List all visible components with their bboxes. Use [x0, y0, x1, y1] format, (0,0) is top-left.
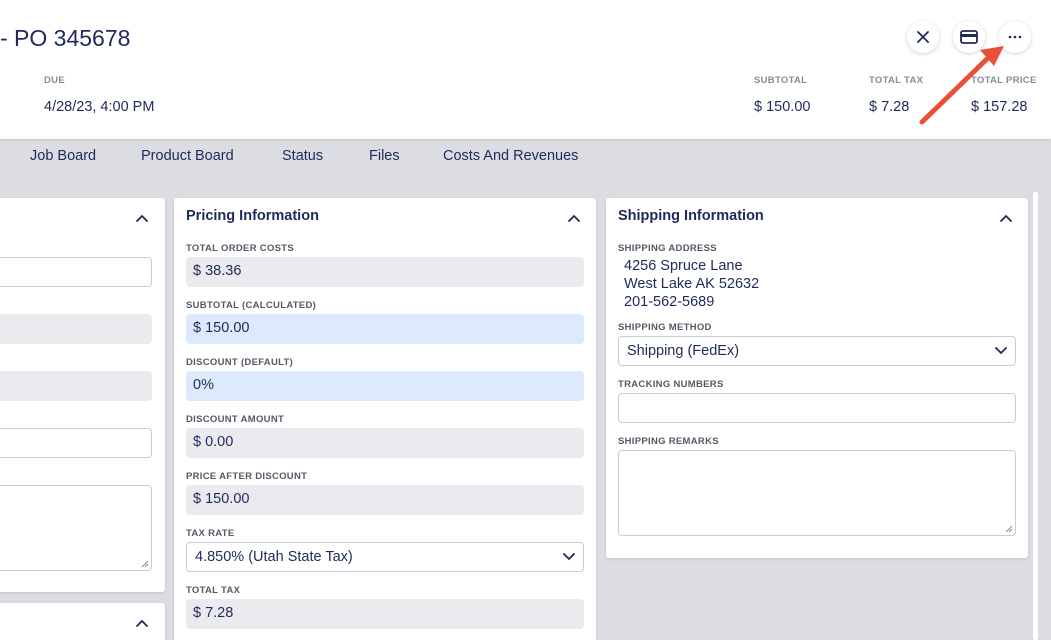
total-tax-value: $ 7.28: [869, 99, 910, 115]
shipping-address-label: SHIPPING ADDRESS: [618, 243, 717, 254]
total-order-costs-label: TOTAL ORDER COSTS: [186, 243, 295, 254]
discount-default-label: DISCOUNT (DEFAULT): [186, 357, 294, 368]
address-line-3: 201-562-5689: [624, 294, 715, 310]
tab-costs-and-revenues[interactable]: Costs And Revenues: [443, 148, 578, 164]
shipping-method-value: Shipping (FedEx): [627, 343, 740, 359]
shipping-method-select[interactable]: Shipping (FedEx): [618, 336, 1016, 366]
tax-rate-label: TAX RATE: [186, 528, 235, 539]
discount-amount-field: $ 0.00: [186, 428, 584, 458]
subtotal-calculated-label: SUBTOTAL (CALCULATED): [186, 300, 317, 311]
chevron-up-icon[interactable]: [567, 213, 581, 223]
shipping-method-label: SHIPPING METHOD: [618, 322, 712, 333]
discount-amount-label: DISCOUNT AMOUNT: [186, 414, 285, 425]
shipping-title: Shipping Information: [618, 208, 764, 224]
pricing-card: Pricing Information TOTAL ORDER COSTS $ …: [174, 198, 596, 640]
total-order-costs-field: $ 38.36: [186, 257, 584, 287]
total-tax-field: $ 7.28: [186, 599, 584, 629]
chevron-down-icon: [563, 553, 575, 561]
tab-files[interactable]: Files: [369, 148, 400, 164]
page-title: - PO 345678: [0, 25, 131, 51]
address-line-1: 4256 Spruce Lane: [624, 258, 743, 274]
left-textarea[interactable]: [0, 485, 152, 571]
subtotal-label: SUBTOTAL: [754, 75, 808, 86]
chevron-up-icon[interactable]: [135, 213, 149, 223]
left-readonly-2: [0, 371, 152, 401]
tab-product-board[interactable]: Product Board: [141, 148, 234, 164]
price-after-discount-field: $ 150.00: [186, 485, 584, 515]
chevron-up-icon[interactable]: [999, 213, 1013, 223]
tracking-numbers-input[interactable]: [618, 393, 1016, 423]
due-value: 4/28/23, 4:00 PM: [44, 99, 155, 115]
left-input-2[interactable]: [0, 428, 152, 458]
resize-grip-icon[interactable]: [1005, 525, 1013, 533]
tab-status[interactable]: Status: [282, 148, 323, 164]
more-icon: [1008, 35, 1022, 39]
chevron-down-icon: [995, 347, 1007, 355]
resize-grip-icon[interactable]: [141, 560, 149, 568]
subtotal-value: $ 150.00: [754, 99, 811, 115]
page-header: - PO 345678 DUE 4/28/23, 4:00 PM SUBTOTA…: [0, 0, 1051, 139]
tax-rate-value: 4.850% (Utah State Tax): [195, 549, 353, 565]
left-card-2: [0, 603, 165, 640]
left-readonly-1: [0, 314, 152, 344]
left-card: [0, 198, 165, 592]
tab-job-board[interactable]: Job Board: [30, 148, 96, 164]
discount-default-field[interactable]: 0%: [186, 371, 584, 401]
address-line-2: West Lake AK 52632: [624, 276, 760, 292]
tracking-numbers-label: TRACKING NUMBERS: [618, 379, 724, 390]
tax-rate-select[interactable]: 4.850% (Utah State Tax): [186, 542, 584, 572]
pricing-title: Pricing Information: [186, 208, 319, 224]
subtotal-calculated-field[interactable]: $ 150.00: [186, 314, 584, 344]
chevron-up-icon[interactable]: [135, 618, 149, 628]
scrollbar[interactable]: [1033, 192, 1038, 640]
left-input-1[interactable]: [0, 257, 152, 287]
shipping-remarks-textarea[interactable]: [618, 450, 1016, 536]
total-tax-field-label: TOTAL TAX: [186, 585, 241, 596]
price-after-discount-label: PRICE AFTER DISCOUNT: [186, 471, 308, 482]
annotation-arrow-icon: [919, 46, 1004, 125]
shipping-card: Shipping Information SHIPPING ADDRESS 42…: [606, 198, 1028, 558]
due-label: DUE: [44, 75, 65, 86]
shipping-remarks-label: SHIPPING REMARKS: [618, 436, 719, 447]
